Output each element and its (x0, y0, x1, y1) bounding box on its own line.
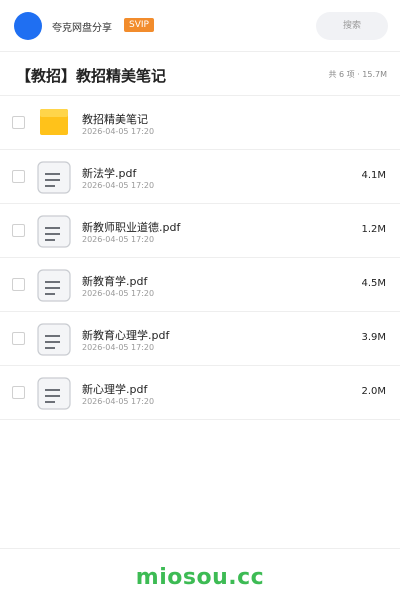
file-name: 新教育学.pdf (82, 275, 148, 288)
file-date: 2026-04-05 17:20 (82, 181, 155, 190)
page-title: 【教招】教招精美笔记 (16, 67, 167, 85)
file-date: 2026-04-05 17:20 (82, 289, 155, 298)
row-checkbox[interactable] (12, 116, 25, 129)
search-input[interactable]: 搜索 (316, 12, 388, 40)
row-checkbox[interactable] (12, 278, 25, 291)
document-icon (37, 377, 71, 410)
file-name: 新法学.pdf (82, 167, 137, 180)
top-bar: 夸克网盘分享 SVIP 搜索 (0, 0, 400, 52)
avatar[interactable] (14, 12, 42, 40)
folder-icon (40, 109, 68, 135)
svip-badge: SVIP (124, 18, 154, 32)
file-size: 4.1M (361, 170, 386, 181)
file-date: 2026-04-05 17:20 (82, 397, 155, 406)
list-item-file[interactable]: 新教师职业道德.pdf 2026-04-05 17:20 1.2M (0, 204, 400, 258)
file-name: 教招精美笔记 (82, 113, 148, 126)
list-item-file[interactable]: 新教育心理学.pdf 2026-04-05 17:20 3.9M (0, 312, 400, 366)
row-checkbox[interactable] (12, 170, 25, 183)
document-icon (37, 161, 71, 194)
row-checkbox[interactable] (12, 386, 25, 399)
sharer-name: 夸克网盘分享 (52, 23, 112, 34)
list-item-file[interactable]: 新心理学.pdf 2026-04-05 17:20 2.0M (0, 366, 400, 420)
footer: miosou.cc (0, 548, 400, 600)
row-checkbox[interactable] (12, 332, 25, 345)
file-size: 1.2M (361, 224, 386, 235)
file-name: 新心理学.pdf (82, 383, 148, 396)
brand-watermark: miosou.cc (135, 565, 265, 590)
row-checkbox[interactable] (12, 224, 25, 237)
document-icon (37, 323, 71, 356)
file-date: 2026-04-05 17:20 (82, 235, 155, 244)
folder-summary: 共 6 项 · 15.7M (328, 70, 387, 79)
file-size: 3.9M (361, 332, 386, 343)
document-icon (37, 269, 71, 302)
file-name: 新教育心理学.pdf (82, 329, 170, 342)
file-date: 2026-04-05 17:20 (82, 127, 155, 136)
list-item-folder[interactable]: 教招精美笔记 2026-04-05 17:20 (0, 96, 400, 150)
file-name: 新教师职业道德.pdf (82, 221, 181, 234)
folder-header: 【教招】教招精美笔记 共 6 项 · 15.7M (0, 52, 400, 96)
document-icon (37, 215, 71, 248)
file-list: 教招精美笔记 2026-04-05 17:20 新法学.pdf 2026-04-… (0, 96, 400, 420)
list-item-file[interactable]: 新法学.pdf 2026-04-05 17:20 4.1M (0, 150, 400, 204)
list-item-file[interactable]: 新教育学.pdf 2026-04-05 17:20 4.5M (0, 258, 400, 312)
file-date: 2026-04-05 17:20 (82, 343, 155, 352)
file-size: 4.5M (361, 278, 386, 289)
file-size: 2.0M (361, 386, 386, 397)
